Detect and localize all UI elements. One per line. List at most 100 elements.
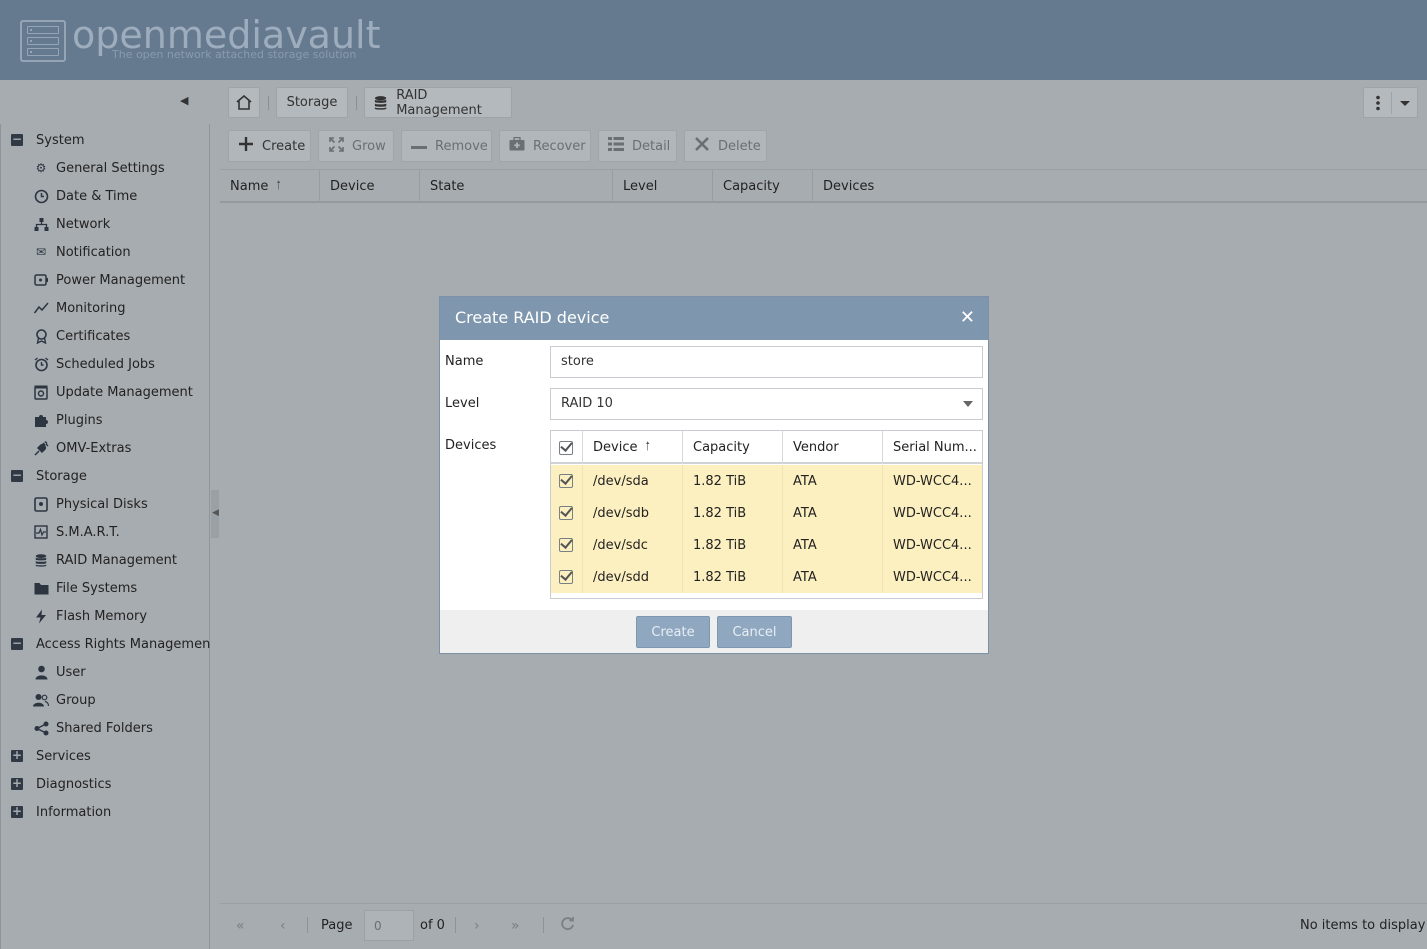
splitter-collapse-icon[interactable]: ◀ xyxy=(212,508,219,518)
column-header-level[interactable]: Level xyxy=(613,170,713,202)
database-icon xyxy=(374,95,387,110)
capacity-cell: 1.82 TiB xyxy=(683,561,783,593)
page-number-input[interactable]: 0 xyxy=(364,910,414,941)
sidebar-group-diagnostics[interactable]: + Diagnostics xyxy=(11,770,111,798)
collapse-icon[interactable]: − xyxy=(11,133,23,146)
column-header-state[interactable]: State xyxy=(420,170,613,202)
create-button[interactable]: Create xyxy=(228,130,311,162)
close-icon[interactable]: ✕ xyxy=(960,307,975,328)
capacity-column-header[interactable]: Capacity xyxy=(683,431,783,464)
breadcrumb-home-button[interactable] xyxy=(228,87,260,118)
share-icon xyxy=(33,720,49,736)
top-right-menu[interactable] xyxy=(1363,87,1418,118)
logo-icon xyxy=(20,20,66,62)
sidebar-item-date-time[interactable]: Date & Time xyxy=(33,182,137,210)
grow-button[interactable]: Grow xyxy=(318,130,394,162)
recover-button[interactable]: Recover xyxy=(499,130,591,162)
sidebar-item-physical-disks[interactable]: Physical Disks xyxy=(33,490,148,518)
breadcrumb-separator xyxy=(268,96,269,110)
capacity-cell: 1.82 TiB xyxy=(683,529,783,561)
breadcrumb-storage[interactable]: Storage xyxy=(276,87,348,118)
sidebar-item-general-settings[interactable]: ⚙ General Settings xyxy=(33,154,165,182)
logo-subtitle: The open network attached storage soluti… xyxy=(112,48,357,61)
sidebar-item-raid-management[interactable]: RAID Management xyxy=(33,546,177,574)
sidebar-item-monitoring[interactable]: Monitoring xyxy=(33,294,126,322)
checkbox-checked-icon xyxy=(559,440,573,455)
name-input[interactable]: store xyxy=(550,346,983,378)
chevron-down-icon[interactable] xyxy=(963,401,973,407)
dialog-footer xyxy=(440,610,988,653)
vendor-column-header[interactable]: Vendor xyxy=(783,431,883,464)
sidebar-item-update-management[interactable]: Update Management xyxy=(33,378,193,406)
sidebar-item-certificates[interactable]: Certificates xyxy=(33,322,130,350)
column-header-devices[interactable]: Devices xyxy=(813,170,1427,202)
sidebar-item-power-management[interactable]: Power Management xyxy=(33,266,185,294)
navigation-sidebar: − System ⚙ General Settings Date & Time Ne… xyxy=(0,124,215,949)
refresh-icon[interactable] xyxy=(560,916,575,935)
breadcrumb-raid-management[interactable]: RAID Management xyxy=(364,87,512,118)
sidebar-group-information[interactable]: + Information xyxy=(11,798,111,826)
disk-icon xyxy=(33,496,49,512)
sidebar-group-services[interactable]: + Services xyxy=(11,742,91,770)
column-header-name[interactable]: Name 🠑 xyxy=(220,170,320,202)
previous-page-icon[interactable]: ‹ xyxy=(280,918,286,934)
serial-column-header[interactable]: Serial Num... xyxy=(883,431,982,464)
sidebar-item-file-systems[interactable]: File Systems xyxy=(33,574,137,602)
sidebar-group-system[interactable]: − System xyxy=(11,126,84,154)
delete-button[interactable]: Delete xyxy=(684,130,767,162)
collapse-sidebar-icon[interactable]: ◀ xyxy=(180,94,194,108)
expand-icon[interactable]: + xyxy=(11,749,23,762)
table-row[interactable]: /dev/sda 1.82 TiB ATA WD-WCC4... xyxy=(551,465,982,497)
dialog-cancel-button[interactable]: Cancel xyxy=(717,616,792,648)
sidebar-group-access-rights[interactable]: − Access Rights Management xyxy=(11,630,215,658)
level-label: Level xyxy=(445,396,480,411)
column-header-device[interactable]: Device xyxy=(320,170,420,202)
sidebar-item-omv-extras[interactable]: OMV-Extras xyxy=(33,434,131,462)
collapse-icon[interactable]: − xyxy=(11,469,23,482)
row-checkbox[interactable] xyxy=(551,561,583,593)
chart-line-icon xyxy=(33,300,49,316)
sidebar-item-group[interactable]: Group xyxy=(33,686,96,714)
sidebar-item-smart[interactable]: S.M.A.R.T. xyxy=(33,518,120,546)
close-icon xyxy=(693,137,711,155)
serial-cell: WD-WCC4... xyxy=(893,569,972,585)
create-raid-dialog: Create RAID device ✕ Name store Level RA… xyxy=(439,296,989,654)
clock-icon xyxy=(33,188,49,204)
chevron-down-icon[interactable] xyxy=(1399,100,1411,107)
sidebar-item-notification[interactable]: ✉ Notification xyxy=(33,238,131,266)
sidebar-item-scheduled-jobs[interactable]: Scheduled Jobs xyxy=(33,350,155,378)
expand-icon[interactable]: + xyxy=(11,805,23,818)
last-page-icon[interactable]: » xyxy=(511,918,520,934)
table-row[interactable]: /dev/sdc 1.82 TiB ATA WD-WCC4... xyxy=(551,529,982,561)
level-select[interactable]: RAID 10 xyxy=(550,388,983,420)
medkit-icon xyxy=(508,136,526,155)
column-header-capacity[interactable]: Capacity xyxy=(713,170,813,202)
device-cell: /dev/sda xyxy=(583,465,683,497)
row-checkbox[interactable] xyxy=(551,465,583,497)
select-all-checkbox[interactable] xyxy=(551,431,583,464)
remove-button[interactable]: Remove xyxy=(401,130,492,162)
next-page-icon[interactable]: › xyxy=(474,918,480,934)
envelope-icon: ✉ xyxy=(35,245,47,259)
sidebar-item-user[interactable]: User xyxy=(33,658,86,686)
detail-button[interactable]: Detail xyxy=(598,130,677,162)
table-row[interactable]: /dev/sdd 1.82 TiB ATA WD-WCC4... xyxy=(551,561,982,593)
kebab-menu-icon[interactable] xyxy=(1375,95,1381,111)
collapse-icon[interactable]: − xyxy=(11,637,23,650)
sidebar-group-storage[interactable]: − Storage xyxy=(11,462,87,490)
first-page-icon[interactable]: « xyxy=(236,918,245,934)
expand-icon[interactable]: + xyxy=(11,777,23,790)
capacity-cell: 1.82 TiB xyxy=(683,465,783,497)
row-checkbox[interactable] xyxy=(551,529,583,561)
devices-grid: Device 🠑 Capacity Vendor Serial Num... /d… xyxy=(550,430,983,599)
pager-status: No items to display xyxy=(1300,918,1426,933)
plus-icon xyxy=(237,136,255,156)
sidebar-item-flash-memory[interactable]: Flash Memory xyxy=(33,602,147,630)
sidebar-item-network[interactable]: Network xyxy=(33,210,110,238)
device-column-header[interactable]: Device 🠑 xyxy=(583,431,683,464)
sidebar-item-plugins[interactable]: Plugins xyxy=(33,406,103,434)
sidebar-item-shared-folders[interactable]: Shared Folders xyxy=(33,714,153,742)
table-row[interactable]: /dev/sdb 1.82 TiB ATA WD-WCC4... xyxy=(551,497,982,529)
row-checkbox[interactable] xyxy=(551,497,583,529)
dialog-create-button[interactable]: Create xyxy=(636,616,710,648)
